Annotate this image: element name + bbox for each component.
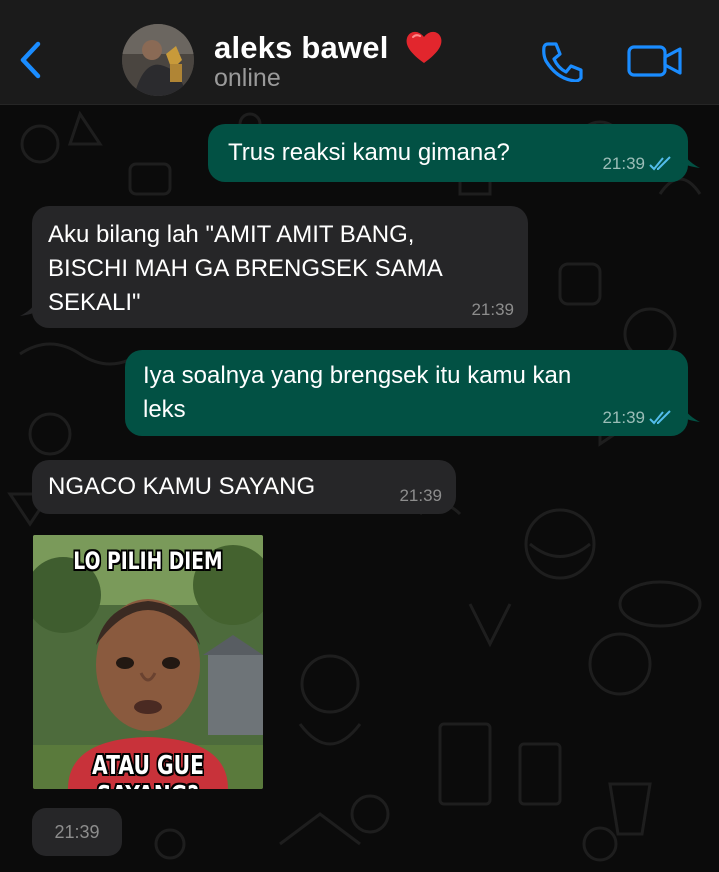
bubble-tail	[20, 294, 40, 316]
message-line: Aku bilang lah "AMIT AMIT BANG,	[48, 221, 415, 248]
message-line: leks	[143, 396, 186, 423]
message-line: BISCHI MAH GA BRENGSEK SAMA	[48, 255, 443, 282]
bubble-tail	[680, 400, 700, 422]
message-incoming[interactable]: NGACO KAMU SAYANG 21:39	[32, 460, 456, 514]
chat-header: aleks bawel online	[0, 0, 719, 105]
contact-status: online	[214, 64, 281, 92]
message-text: Trus reaksi kamu gimana?	[228, 139, 510, 166]
message-time: 21:39	[471, 300, 514, 319]
avatar-photo	[122, 24, 194, 96]
message-meta: 21:39	[471, 300, 514, 320]
message-meta: 21:39	[602, 154, 674, 174]
message-outgoing[interactable]: Iya soalnya yang brengsek itu kamu kan l…	[125, 350, 700, 436]
meme-caption-bottom: ATAU GUE SAYANG?	[92, 751, 204, 789]
message-meta: 21:39	[602, 408, 674, 428]
read-ticks-icon	[649, 156, 671, 171]
message-line: SEKALI"	[48, 289, 141, 316]
message-outgoing[interactable]: Trus reaksi kamu gimana? 21:39	[208, 124, 700, 182]
red-heart-emoji	[406, 31, 442, 63]
avatar[interactable]	[122, 24, 194, 96]
message-time: 21:39	[602, 408, 645, 427]
contact-name[interactable]: aleks bawel	[214, 30, 389, 66]
message-time: 21:39	[399, 486, 442, 505]
phone-icon[interactable]	[540, 40, 586, 82]
message-time: 21:39	[602, 154, 645, 173]
message-meta: 21:39	[399, 486, 442, 506]
message-timestamp: 21:39	[32, 808, 122, 856]
video-camera-icon[interactable]	[626, 42, 684, 80]
message-incoming[interactable]: Aku bilang lah "AMIT AMIT BANG, BISCHI M…	[20, 206, 528, 328]
message-line: Iya soalnya yang brengsek itu kamu kan	[143, 362, 572, 389]
chevron-left-icon[interactable]	[18, 40, 44, 80]
read-ticks-icon	[649, 410, 671, 425]
message-text: NGACO KAMU SAYANG	[48, 473, 316, 500]
bubble-tail	[680, 146, 700, 168]
meme-caption-top: LO PILIH DIEM	[73, 547, 223, 575]
meme-image[interactable]: LO PILIH DIEM ATAU GUE SAYANG?	[33, 535, 263, 789]
